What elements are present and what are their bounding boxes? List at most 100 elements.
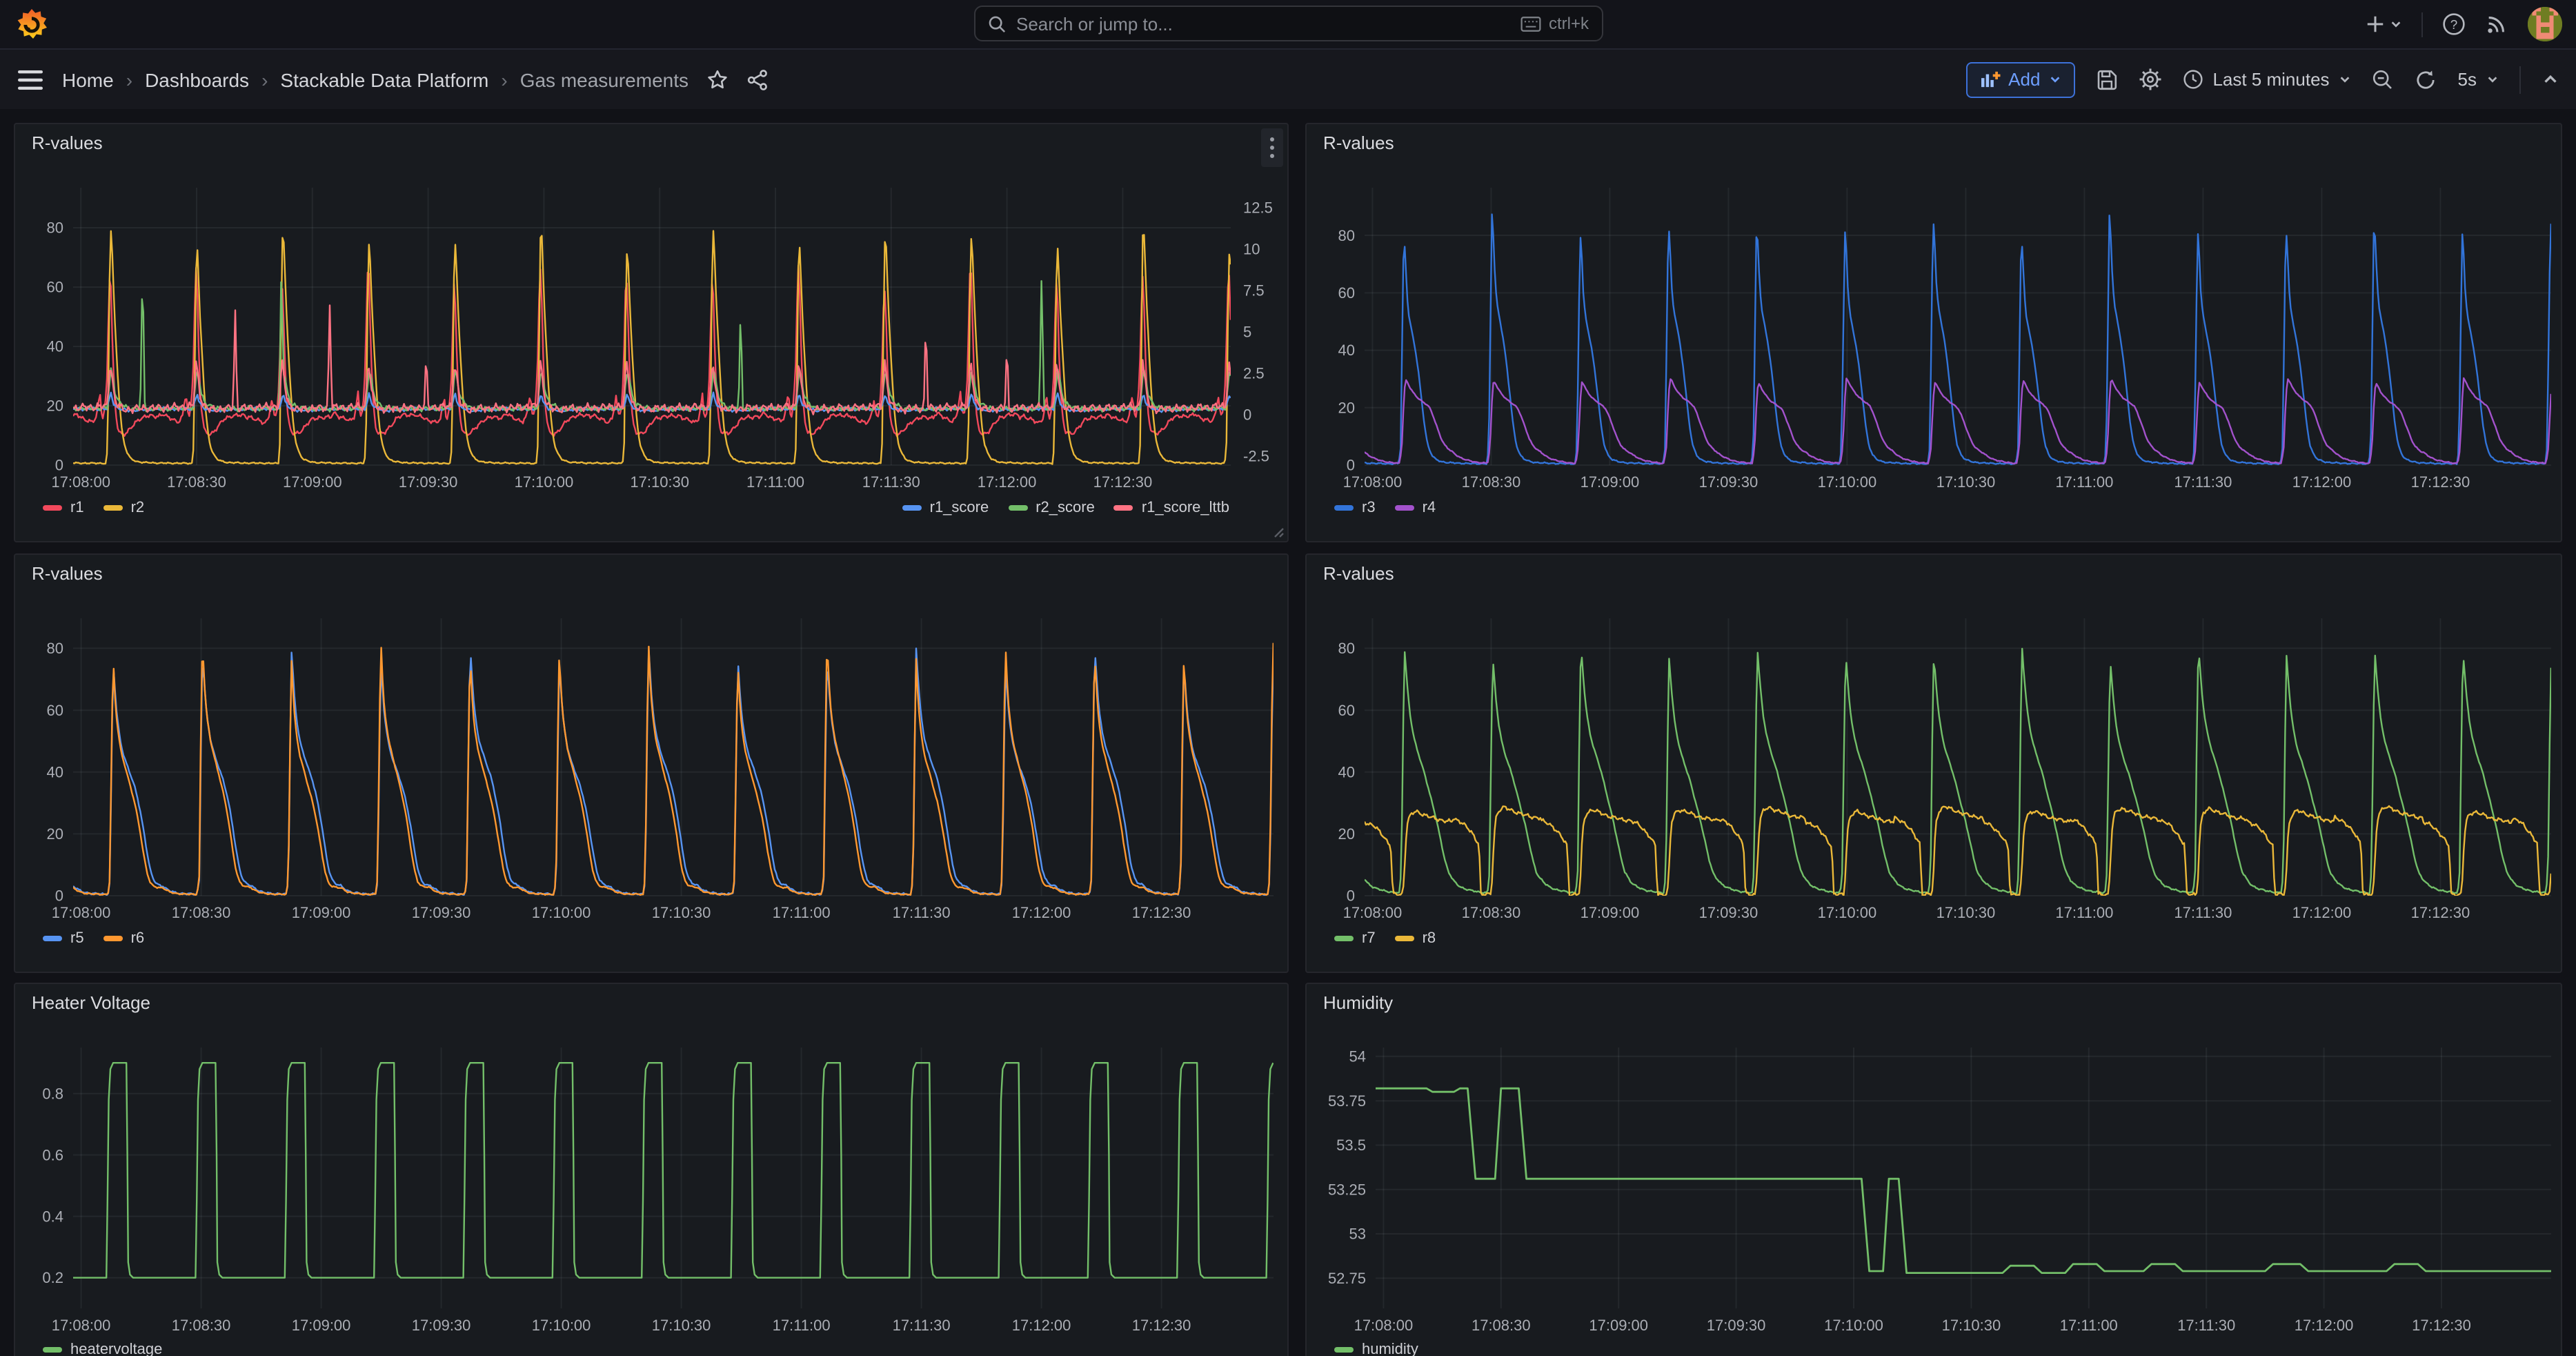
panel-header[interactable]: R-values [15, 124, 1287, 160]
chart-r-values-4[interactable]: 02040608017:08:0017:08:3017:09:0017:09:3… [1307, 555, 2561, 972]
svg-text:17:10:30: 17:10:30 [652, 1317, 711, 1334]
gear-icon [2138, 68, 2161, 91]
legend-swatch [43, 936, 62, 941]
panel-header[interactable]: R-values [1307, 555, 2561, 591]
legend-item-r7[interactable]: r7 [1334, 930, 1376, 947]
axis-labels: 02040608017:08:0017:08:3017:09:0017:09:3… [47, 640, 1191, 921]
legend-item-r3[interactable]: r3 [1334, 500, 1376, 516]
share-icon [746, 68, 769, 90]
refresh-button[interactable] [2415, 68, 2437, 90]
legend-item-r2[interactable]: r2 [103, 500, 145, 516]
panel-header[interactable]: R-values [1307, 124, 2561, 160]
legend-group: r3 r4 [1334, 500, 1436, 516]
svg-text:17:10:30: 17:10:30 [1936, 904, 1996, 921]
legend-item-r1[interactable]: r1 [43, 500, 84, 516]
news-button[interactable] [2485, 12, 2508, 36]
collapse-toolbar-button[interactable] [2542, 70, 2559, 88]
series-r2 [73, 231, 1231, 464]
svg-text:17:11:00: 17:11:00 [2055, 904, 2113, 921]
legend-item-humidity[interactable]: humidity [1334, 1342, 1418, 1356]
chevron-down-icon [2339, 73, 2352, 86]
svg-text:17:12:00: 17:12:00 [2295, 1317, 2354, 1334]
svg-text:17:09:00: 17:09:00 [1581, 473, 1640, 491]
svg-text:17:11:30: 17:11:30 [893, 904, 951, 921]
panel-header[interactable]: R-values [15, 555, 1287, 591]
svg-text:17:10:30: 17:10:30 [652, 904, 711, 921]
add-panel-button[interactable]: Add [1965, 61, 2074, 97]
resize-handle[interactable] [1274, 527, 1285, 538]
panel-legend: heatervoltage [15, 1342, 1287, 1356]
svg-text:?: ? [2450, 18, 2458, 32]
svg-text:40: 40 [47, 763, 63, 780]
legend-swatch [1114, 505, 1133, 511]
series-group [73, 643, 1274, 896]
chart-humidity[interactable]: 52.755353.2553.553.755417:08:0017:08:301… [1307, 984, 2561, 1356]
panel-r-values-3: 02040608017:08:0017:08:3017:09:0017:09:3… [14, 553, 1289, 973]
series-group [1376, 1088, 2551, 1273]
search-icon [987, 14, 1005, 32]
legend-item-r1_score_lttb[interactable]: r1_score_lttb [1114, 500, 1229, 516]
svg-text:17:08:30: 17:08:30 [172, 904, 231, 921]
chart-svg: 020406080-2.502.557.51012.517:08:0017:08… [15, 124, 1290, 544]
svg-text:17:09:00: 17:09:00 [1589, 1317, 1648, 1334]
svg-text:17:10:00: 17:10:00 [532, 904, 591, 921]
svg-text:17:10:00: 17:10:00 [1824, 1317, 1883, 1334]
zoom-out-icon [2372, 68, 2395, 90]
grafana-logo-icon[interactable] [15, 8, 48, 41]
legend-item-r4[interactable]: r4 [1395, 500, 1436, 516]
chart-r-values-1[interactable]: 020406080-2.502.557.51012.517:08:0017:08… [15, 124, 1287, 541]
svg-text:17:09:30: 17:09:30 [1699, 904, 1758, 921]
axis-labels: 02040608017:08:0017:08:3017:09:0017:09:3… [1338, 640, 2470, 921]
avatar[interactable] [2528, 7, 2562, 41]
search-input[interactable]: Search or jump to... ctrl+k [973, 6, 1603, 41]
new-button[interactable] [2365, 14, 2402, 35]
legend-item-r5[interactable]: r5 [43, 930, 84, 947]
chart-r-values-2[interactable]: 02040608017:08:0017:08:3017:09:0017:09:3… [1307, 124, 2561, 541]
legend-swatch [1334, 505, 1354, 511]
panel-title: R-values [1323, 562, 1394, 583]
legend-item-r8[interactable]: r8 [1395, 930, 1436, 947]
legend-item-r1_score[interactable]: r1_score [902, 500, 989, 516]
breadcrumb-folder[interactable]: Stackable Data Platform [280, 68, 488, 90]
save-dashboard-button[interactable] [2095, 68, 2117, 90]
panel-header[interactable]: Humidity [1307, 984, 2561, 1020]
svg-text:17:11:00: 17:11:00 [746, 473, 804, 491]
time-range-picker[interactable]: Last 5 minutes [2182, 69, 2351, 90]
svg-text:0.2: 0.2 [42, 1269, 63, 1286]
hamburger-icon [18, 70, 43, 89]
svg-text:17:08:00: 17:08:00 [1354, 1317, 1414, 1334]
svg-text:20: 20 [47, 397, 63, 415]
svg-text:17:10:30: 17:10:30 [1942, 1317, 2001, 1334]
breadcrumb-current-dashboard: Gas measurements [520, 68, 688, 90]
svg-text:20: 20 [1338, 825, 1355, 843]
svg-text:20: 20 [47, 825, 63, 843]
share-button[interactable] [746, 68, 769, 90]
avatar-pixel-art [2528, 7, 2562, 41]
svg-text:17:09:00: 17:09:00 [292, 1317, 351, 1334]
svg-text:40: 40 [1338, 763, 1355, 780]
svg-text:17:09:30: 17:09:30 [1699, 473, 1758, 491]
legend-group: humidity [1334, 1342, 1418, 1356]
panel-header[interactable]: Heater Voltage [15, 984, 1287, 1020]
svg-text:17:09:00: 17:09:00 [292, 904, 351, 921]
panel-menu-button[interactable] [1261, 128, 1283, 167]
legend-item-r6[interactable]: r6 [103, 930, 145, 947]
legend-item-r2_score[interactable]: r2_score [1008, 500, 1095, 516]
legend-item-heatervoltage[interactable]: heatervoltage [43, 1342, 162, 1356]
dashboard-settings-button[interactable] [2138, 68, 2161, 91]
zoom-out-button[interactable] [2372, 68, 2395, 90]
help-button[interactable]: ? [2442, 12, 2466, 36]
refresh-interval-picker[interactable]: 5s [2458, 69, 2499, 90]
breadcrumb-dashboards[interactable]: Dashboards [145, 68, 249, 90]
breadcrumb-home[interactable]: Home [62, 68, 114, 90]
svg-text:17:09:00: 17:09:00 [283, 473, 342, 491]
legend-group: r7 r8 [1334, 930, 1436, 947]
favorite-button[interactable] [706, 68, 729, 90]
svg-text:17:11:30: 17:11:30 [862, 473, 920, 491]
series-r8 [1365, 806, 2551, 896]
menu-button[interactable] [18, 70, 43, 89]
svg-text:54: 54 [1349, 1048, 1366, 1065]
chart-heater-voltage[interactable]: 0.20.40.60.817:08:0017:08:3017:09:0017:0… [15, 984, 1287, 1356]
search-shortcut: ctrl+k [1521, 14, 1589, 33]
chart-r-values-3[interactable]: 02040608017:08:0017:08:3017:09:0017:09:3… [15, 555, 1287, 972]
